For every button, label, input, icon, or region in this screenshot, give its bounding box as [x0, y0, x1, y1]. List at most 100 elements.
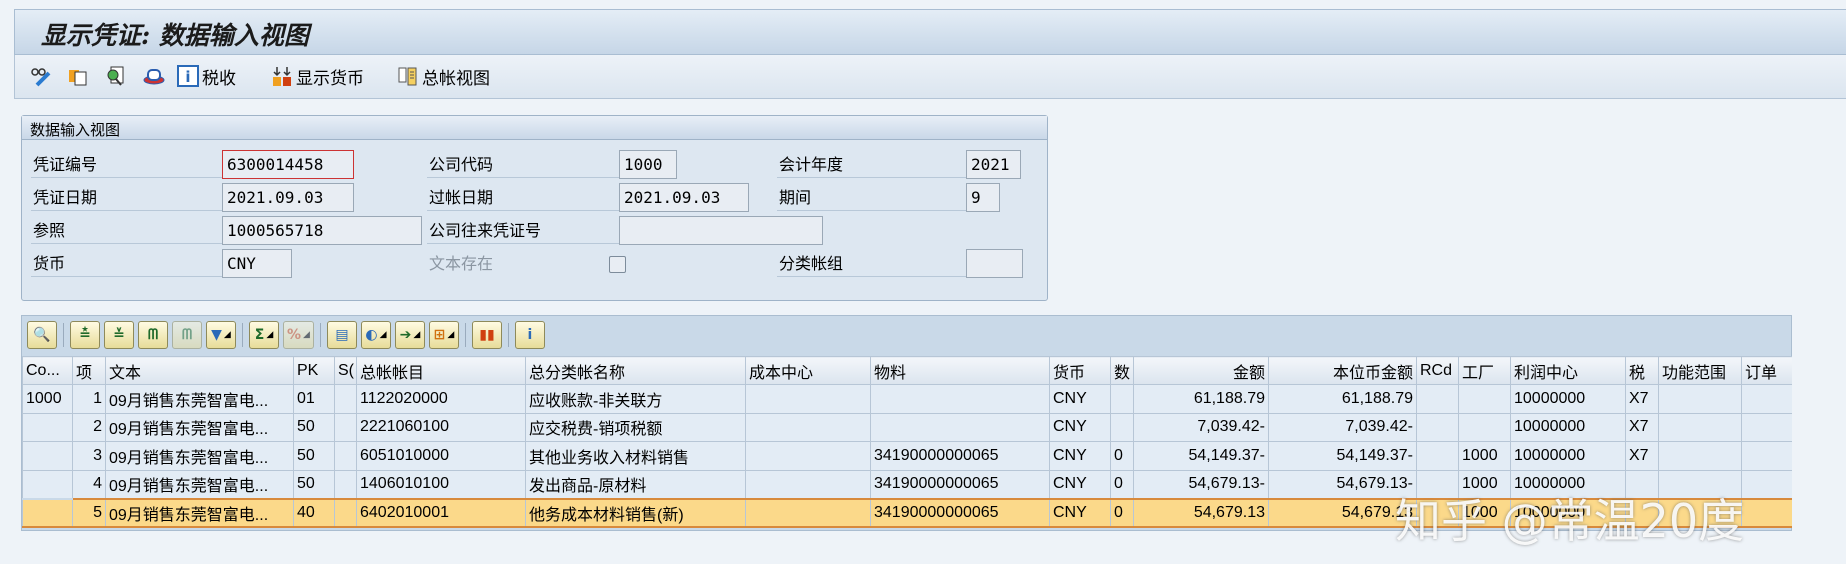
cell-rcd[interactable]: [1416, 412, 1459, 442]
cell-order[interactable]: [1741, 469, 1794, 499]
gl-view-button[interactable]: 总帐视图: [397, 63, 490, 89]
cell-gl-account[interactable]: 6402010001: [356, 497, 526, 528]
cell-local-amount[interactable]: 54,149.37-: [1268, 441, 1417, 471]
company-code-field[interactable]: 1000: [619, 150, 677, 179]
cell-quantity[interactable]: [1110, 412, 1134, 442]
cell-functional-area[interactable]: [1658, 441, 1742, 471]
cell-order[interactable]: [1741, 497, 1794, 528]
cell-profit-center[interactable]: 10000000: [1510, 412, 1626, 442]
posting-date-field[interactable]: 2021.09.03: [619, 183, 749, 212]
cell-gl-account-name[interactable]: 应交税费-销项税额: [525, 412, 746, 442]
cell-order[interactable]: [1741, 412, 1794, 442]
column-header-local-amount[interactable]: 本位币金额: [1268, 356, 1417, 385]
sort-ascending-button[interactable]: ≛: [70, 321, 100, 349]
cell-rcd[interactable]: [1416, 441, 1459, 471]
cell-gl-account-name[interactable]: 发出商品-原材料: [525, 469, 746, 499]
column-header-sg[interactable]: S(: [334, 356, 357, 385]
cell-cost-center[interactable]: [745, 441, 871, 471]
column-header-currency[interactable]: 货币: [1049, 356, 1111, 385]
cell-amount[interactable]: 54,149.37-: [1133, 441, 1269, 471]
layout-button[interactable]: ⊞ ◢: [428, 321, 459, 349]
table-row[interactable]: 1000 1 09月销售东莞智富电... 01 1122020000 应收账款-非关联方 C…: [22, 384, 1794, 414]
column-header-functional-area[interactable]: 功能范围: [1658, 356, 1742, 385]
cell-tax[interactable]: X7: [1625, 441, 1659, 471]
find-button[interactable]: ᗰ: [138, 321, 168, 349]
cell-tax[interactable]: X7: [1625, 384, 1659, 414]
column-header-company-code[interactable]: Co...: [22, 356, 73, 385]
column-header-rcd[interactable]: RCd: [1416, 356, 1459, 385]
text-exists-checkbox[interactable]: [609, 256, 626, 273]
cell-text[interactable]: 09月销售东莞智富电...: [105, 497, 294, 528]
find-next-button[interactable]: ᗰ: [172, 321, 202, 349]
details-button[interactable]: 🔍: [27, 321, 57, 349]
sum-button[interactable]: Σ ◢: [249, 321, 279, 349]
cell-cost-center[interactable]: [745, 497, 871, 528]
cell-sg[interactable]: [334, 497, 357, 528]
cell-quantity[interactable]: 0: [1110, 469, 1134, 499]
graphic-button[interactable]: ▮▮: [471, 321, 502, 349]
cell-profit-center[interactable]: 10000000: [1510, 441, 1626, 471]
cell-text[interactable]: 09月销售东莞智富电...: [105, 384, 294, 414]
export-button[interactable]: ➔ ◢: [394, 321, 425, 349]
intercompany-field[interactable]: [619, 216, 823, 245]
column-header-gl-account-name[interactable]: 总分类帐名称: [525, 356, 746, 385]
cell-sg[interactable]: [334, 384, 357, 414]
cell-item[interactable]: 4: [72, 469, 106, 499]
hat-button[interactable]: [143, 63, 165, 89]
column-header-amount[interactable]: 金额: [1133, 356, 1269, 385]
doc-no-field[interactable]: 6300014458: [222, 150, 354, 179]
column-header-item[interactable]: 项: [72, 356, 106, 385]
cell-gl-account-name[interactable]: 应收账款-非关联方: [525, 384, 746, 414]
doc-date-field[interactable]: 2021.09.03: [222, 183, 354, 212]
cell-order[interactable]: [1741, 441, 1794, 471]
cell-plant[interactable]: 1000: [1458, 441, 1511, 471]
other-document-button[interactable]: [67, 63, 89, 89]
cell-material[interactable]: [870, 384, 1050, 414]
column-header-cost-center[interactable]: 成本中心: [745, 356, 871, 385]
cell-functional-area[interactable]: [1658, 384, 1742, 414]
cell-sg[interactable]: [334, 469, 357, 499]
cell-local-amount[interactable]: 61,188.79: [1268, 384, 1417, 414]
column-header-order[interactable]: 订单: [1741, 356, 1794, 385]
cell-plant[interactable]: [1458, 412, 1511, 442]
subtotal-button[interactable]: % ◢: [283, 321, 314, 349]
views-button[interactable]: ◐ ◢: [360, 321, 391, 349]
column-header-text[interactable]: 文本: [105, 356, 294, 385]
table-row[interactable]: 2 09月销售东莞智富电... 50 2221060100 应交税费-销项税额 CNY 7,…: [22, 412, 1794, 442]
currency-field[interactable]: CNY: [222, 249, 292, 278]
cell-amount[interactable]: 54,679.13-: [1133, 469, 1269, 499]
cell-company-code[interactable]: 1000: [22, 384, 73, 414]
cell-gl-account-name[interactable]: 其他业务收入材料销售: [525, 441, 746, 471]
cell-currency[interactable]: CNY: [1049, 412, 1111, 442]
cell-plant[interactable]: [1458, 384, 1511, 414]
column-header-posting-key[interactable]: PK: [293, 356, 335, 385]
cell-company-code[interactable]: [22, 498, 73, 528]
cell-gl-account[interactable]: 1406010100: [356, 469, 526, 499]
display-currency-button[interactable]: 显示货币: [271, 63, 364, 89]
cell-currency[interactable]: CNY: [1049, 497, 1111, 528]
cell-company-code[interactable]: [22, 470, 73, 499]
sort-descending-button[interactable]: ≚: [104, 321, 134, 349]
cell-posting-key[interactable]: 50: [293, 441, 335, 471]
filter-button[interactable]: ▼ ◢: [206, 321, 236, 349]
cell-item[interactable]: 5: [72, 497, 106, 528]
column-header-material[interactable]: 物料: [870, 356, 1050, 385]
cell-material[interactable]: 34190000000065: [870, 469, 1050, 499]
cell-rcd[interactable]: [1416, 384, 1459, 414]
cell-sg[interactable]: [334, 441, 357, 471]
cell-gl-account[interactable]: 2221060100: [356, 412, 526, 442]
fiscal-year-field[interactable]: 2021: [966, 150, 1021, 179]
cell-material[interactable]: 34190000000065: [870, 497, 1050, 528]
cell-local-amount[interactable]: 7,039.42-: [1268, 412, 1417, 442]
cell-cost-center[interactable]: [745, 384, 871, 414]
cell-posting-key[interactable]: 01: [293, 384, 335, 414]
cell-currency[interactable]: CNY: [1049, 384, 1111, 414]
cell-quantity[interactable]: 0: [1110, 441, 1134, 471]
cell-text[interactable]: 09月销售东莞智富电...: [105, 469, 294, 499]
cell-posting-key[interactable]: 50: [293, 469, 335, 499]
column-header-plant[interactable]: 工厂: [1458, 356, 1511, 385]
display-change-button[interactable]: [29, 63, 51, 89]
cell-gl-account[interactable]: 6051010000: [356, 441, 526, 471]
cell-material[interactable]: [870, 412, 1050, 442]
cell-tax[interactable]: X7: [1625, 412, 1659, 442]
